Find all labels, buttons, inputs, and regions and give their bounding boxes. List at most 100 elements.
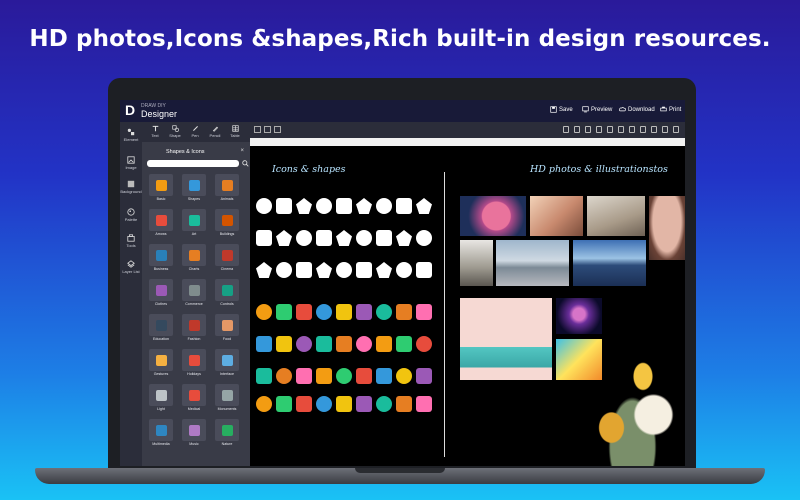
sample-icon[interactable] bbox=[356, 336, 372, 352]
illustration-woman-sofa[interactable] bbox=[460, 298, 552, 380]
sample-icon[interactable] bbox=[416, 198, 432, 214]
sample-icon[interactable] bbox=[396, 262, 412, 278]
preview-button[interactable]: Preview bbox=[582, 106, 612, 113]
sample-icon[interactable] bbox=[256, 304, 272, 320]
category-controls[interactable]: Controls bbox=[213, 279, 241, 311]
sample-icon[interactable] bbox=[316, 368, 332, 384]
group-icon[interactable] bbox=[596, 126, 602, 133]
sample-icon[interactable] bbox=[316, 396, 332, 412]
category-business[interactable]: Business bbox=[147, 244, 175, 276]
sample-icon[interactable] bbox=[416, 262, 432, 278]
sample-icon[interactable] bbox=[376, 336, 392, 352]
sample-icon[interactable] bbox=[316, 304, 332, 320]
align-icon[interactable] bbox=[607, 126, 613, 133]
category-holidays[interactable]: Holidays bbox=[180, 349, 208, 381]
sample-icon[interactable] bbox=[396, 336, 412, 352]
sample-icon[interactable] bbox=[296, 336, 312, 352]
sample-icon[interactable] bbox=[296, 262, 312, 278]
copy-icon[interactable] bbox=[574, 126, 580, 133]
tb-fit-icon[interactable] bbox=[274, 126, 281, 133]
sample-icon[interactable] bbox=[376, 396, 392, 412]
category-light[interactable]: Light bbox=[147, 384, 175, 416]
photo-woman-sofa[interactable] bbox=[587, 196, 645, 236]
sample-icon[interactable] bbox=[316, 262, 332, 278]
sample-icon[interactable] bbox=[396, 368, 412, 384]
layer-icon[interactable] bbox=[662, 126, 668, 133]
sample-icon[interactable] bbox=[336, 230, 352, 246]
category-arrows[interactable]: Arrows bbox=[147, 209, 175, 241]
sample-icon[interactable] bbox=[356, 396, 372, 412]
search-input[interactable] bbox=[147, 160, 239, 167]
sample-icon[interactable] bbox=[376, 230, 392, 246]
category-clothes[interactable]: Clothes bbox=[147, 279, 175, 311]
rail-item-element[interactable]: Element bbox=[120, 128, 142, 142]
sample-icon[interactable] bbox=[276, 198, 292, 214]
category-art[interactable]: Art bbox=[180, 209, 208, 241]
category-music[interactable]: Music bbox=[180, 419, 208, 451]
sample-icon[interactable] bbox=[276, 304, 292, 320]
photo-portrait[interactable] bbox=[649, 196, 685, 260]
front-icon[interactable] bbox=[618, 126, 624, 133]
close-icon[interactable]: × bbox=[240, 148, 244, 154]
sample-icon[interactable] bbox=[416, 368, 432, 384]
duplicate-icon[interactable] bbox=[640, 126, 646, 133]
photo-lake[interactable] bbox=[573, 240, 646, 286]
save-button[interactable]: Save bbox=[550, 106, 573, 113]
sample-icon[interactable] bbox=[296, 396, 312, 412]
sample-icon[interactable] bbox=[336, 396, 352, 412]
sample-icon[interactable] bbox=[376, 262, 392, 278]
category-education[interactable]: Education bbox=[147, 314, 175, 346]
sample-icon[interactable] bbox=[256, 368, 272, 384]
sample-icon[interactable] bbox=[336, 262, 352, 278]
sample-icon[interactable] bbox=[356, 262, 372, 278]
sample-icon[interactable] bbox=[336, 198, 352, 214]
category-buildings[interactable]: Buildings bbox=[213, 209, 241, 241]
category-monuments[interactable]: Monuments bbox=[213, 384, 241, 416]
sample-icon[interactable] bbox=[416, 396, 432, 412]
category-interface[interactable]: Interface bbox=[213, 349, 241, 381]
sample-icon[interactable] bbox=[316, 198, 332, 214]
category-basic[interactable]: Basic bbox=[147, 174, 175, 206]
sample-icon[interactable] bbox=[296, 368, 312, 384]
sample-icon[interactable] bbox=[336, 336, 352, 352]
category-cinema[interactable]: Cinema bbox=[213, 244, 241, 276]
rail-item-image[interactable]: Image bbox=[120, 156, 142, 170]
sample-icon[interactable] bbox=[256, 336, 272, 352]
sample-icon[interactable] bbox=[256, 262, 272, 278]
print-button[interactable]: Print bbox=[660, 106, 681, 113]
sample-icon[interactable] bbox=[256, 230, 272, 246]
sample-icon[interactable] bbox=[336, 368, 352, 384]
search-icon[interactable] bbox=[242, 160, 249, 167]
photo-city[interactable] bbox=[496, 240, 569, 286]
sample-icon[interactable] bbox=[296, 198, 312, 214]
category-gestures[interactable]: Gestures bbox=[147, 349, 175, 381]
sample-icon[interactable] bbox=[356, 368, 372, 384]
sample-icon[interactable] bbox=[276, 336, 292, 352]
sample-icon[interactable] bbox=[416, 336, 432, 352]
sample-icon[interactable] bbox=[396, 396, 412, 412]
photo-flower[interactable] bbox=[460, 196, 526, 236]
sample-icon[interactable] bbox=[336, 304, 352, 320]
tool-pen[interactable]: Pen bbox=[186, 125, 204, 138]
sample-icon[interactable] bbox=[356, 198, 372, 214]
category-fashion[interactable]: Fashion bbox=[180, 314, 208, 346]
sample-icon[interactable] bbox=[396, 198, 412, 214]
category-charts[interactable]: Charts bbox=[180, 244, 208, 276]
sample-icon[interactable] bbox=[376, 304, 392, 320]
category-shapes[interactable]: Shapes bbox=[180, 174, 208, 206]
sample-icon[interactable] bbox=[276, 396, 292, 412]
sample-icon[interactable] bbox=[316, 230, 332, 246]
back-icon[interactable] bbox=[629, 126, 635, 133]
tool-table[interactable]: Table bbox=[226, 125, 244, 138]
category-nature[interactable]: Nature bbox=[213, 419, 241, 451]
sample-icon[interactable] bbox=[416, 304, 432, 320]
rail-item-layer-list[interactable]: Layer List bbox=[120, 260, 142, 274]
lock-icon[interactable] bbox=[563, 126, 569, 133]
sample-icon[interactable] bbox=[256, 198, 272, 214]
tb-grid-icon[interactable] bbox=[264, 126, 271, 133]
photo-interior[interactable] bbox=[460, 240, 493, 286]
sample-icon[interactable] bbox=[356, 304, 372, 320]
more-icon[interactable] bbox=[673, 126, 679, 133]
category-commerce[interactable]: Commerce bbox=[180, 279, 208, 311]
download-button[interactable]: Download bbox=[619, 106, 655, 113]
